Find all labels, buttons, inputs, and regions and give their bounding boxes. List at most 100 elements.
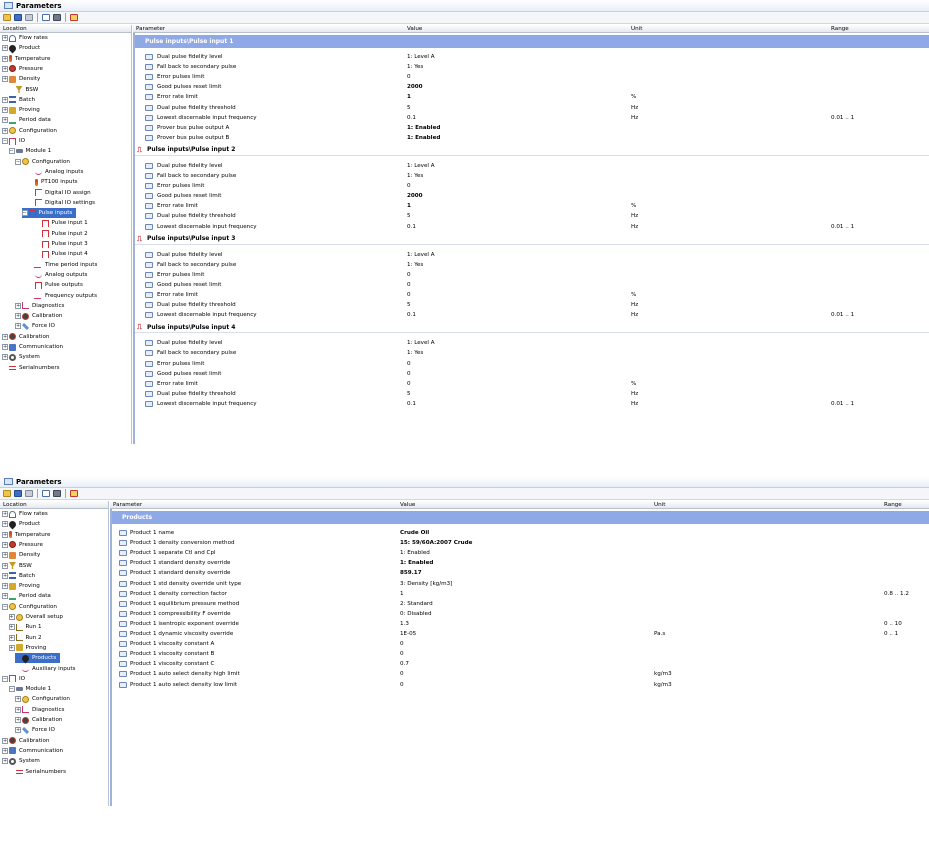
- expand-toggle-icon[interactable]: +: [8, 634, 15, 641]
- tree-node[interactable]: + Diagnostics: [15, 705, 64, 715]
- parameter-row[interactable]: Dual pulse fidelity threshold 5 Hz: [135, 211, 929, 221]
- parameter-value[interactable]: 0.1: [407, 113, 416, 123]
- parameter-value[interactable]: 3: Density [kg/m3]: [400, 579, 452, 589]
- tree-node[interactable]: + Temperature: [2, 530, 50, 540]
- location-header[interactable]: Location: [0, 501, 108, 509]
- expand-toggle-icon[interactable]: +: [8, 624, 15, 631]
- expand-toggle-icon[interactable]: +: [2, 758, 8, 765]
- tree-node[interactable]: + Run 2: [8, 633, 42, 643]
- parameter-row[interactable]: Product 1 isentropic exponent override 1.…: [112, 619, 929, 629]
- parameter-value[interactable]: 0: [407, 369, 411, 379]
- tree-view-button[interactable]: [41, 13, 51, 23]
- parameter-row[interactable]: Dual pulse fidelity level 1: Level A: [135, 338, 929, 348]
- collapse-toggle-icon[interactable]: −: [8, 686, 15, 693]
- parameter-value[interactable]: 1: Level A: [407, 52, 435, 62]
- collapse-toggle-icon[interactable]: −: [2, 603, 8, 610]
- parameter-row[interactable]: Product 1 viscosity constant C 0.7: [112, 659, 929, 669]
- parameter-value[interactable]: 5: [407, 103, 411, 113]
- expand-toggle-icon[interactable]: +: [2, 541, 8, 548]
- expand-toggle-icon[interactable]: +: [2, 572, 8, 579]
- parameter-row[interactable]: Lowest discernable input frequency 0.1 Hz 0…: [135, 310, 929, 320]
- tree-node[interactable]: + Configuration: [15, 694, 70, 704]
- parameter-row[interactable]: Lowest discernable input frequency 0.1 Hz 0…: [135, 222, 929, 232]
- parameter-row[interactable]: Product 1 standard density override 1: En…: [112, 558, 929, 568]
- parameter-value[interactable]: 0.7: [400, 659, 409, 669]
- tree-node[interactable]: + Product: [2, 43, 40, 54]
- parameter-value[interactable]: 5: [407, 389, 411, 399]
- parameter-row[interactable]: Dual pulse fidelity threshold 5 Hz: [135, 103, 929, 113]
- expand-toggle-icon[interactable]: +: [2, 511, 8, 517]
- parameter-value[interactable]: 0: [407, 290, 411, 300]
- parameter-value[interactable]: 0: [400, 639, 404, 649]
- tree-node[interactable]: Frequency outputs: [28, 291, 97, 301]
- tree-node[interactable]: + Proving: [8, 643, 46, 653]
- parameter-value[interactable]: 1: Yes: [407, 348, 423, 358]
- location-header[interactable]: Location: [0, 25, 131, 33]
- grid-view-button[interactable]: [52, 13, 62, 23]
- parameter-value[interactable]: 1: Level A: [407, 250, 435, 260]
- expand-toggle-icon[interactable]: +: [15, 727, 21, 734]
- expand-toggle-icon[interactable]: +: [2, 333, 8, 340]
- tree-node[interactable]: + Calibration: [2, 736, 49, 746]
- section-header[interactable]: ⎍ Pulse inputs\Pulse input 2: [135, 146, 929, 156]
- tree-node[interactable]: + Flow rates: [2, 33, 48, 43]
- parameter-row[interactable]: Product 1 dynamic viscosity override 1E-0…: [112, 629, 929, 639]
- parameter-value[interactable]: 0: [407, 280, 411, 290]
- tree-node[interactable]: + Overall setup: [8, 612, 63, 622]
- section-header[interactable]: ⎍ Pulse inputs\Pulse input 4: [135, 323, 929, 334]
- expand-toggle-icon[interactable]: +: [8, 614, 15, 620]
- collapse-toggle-icon[interactable]: −: [15, 158, 21, 165]
- range-column-header[interactable]: Range: [831, 25, 849, 33]
- parameter-value[interactable]: 1: Enabled: [407, 133, 440, 143]
- collapse-toggle-icon[interactable]: −: [2, 138, 8, 144]
- parameter-row[interactable]: Fall back to secondary pulse 1: Yes: [135, 171, 929, 181]
- range-column-header[interactable]: Range: [884, 501, 902, 509]
- expand-toggle-icon[interactable]: +: [2, 583, 8, 590]
- parameter-row[interactable]: Error pulses limit 0: [135, 359, 929, 369]
- expand-toggle-icon[interactable]: +: [15, 696, 21, 703]
- tree-node[interactable]: + Density: [2, 74, 40, 84]
- tree-node[interactable]: + Proving: [2, 581, 40, 591]
- tree-node[interactable]: Time period inputs: [28, 260, 97, 270]
- parameter-row[interactable]: Fall back to secondary pulse 1: Yes: [135, 62, 929, 72]
- parameter-row[interactable]: Product 1 auto select density high limit…: [112, 669, 929, 679]
- parameter-value[interactable]: 2000: [407, 191, 423, 201]
- expand-toggle-icon[interactable]: +: [2, 737, 8, 744]
- parameter-row[interactable]: Error rate limit 1%: [135, 92, 929, 102]
- parameter-value[interactable]: Crude Oil: [400, 528, 429, 538]
- parameter-value[interactable]: 1: [407, 201, 411, 211]
- parameter-column-header[interactable]: Parameter: [113, 501, 142, 509]
- tree-node[interactable]: + Pressure: [2, 64, 43, 74]
- parameter-row[interactable]: Dual pulse fidelity level 1: Level A: [135, 52, 929, 62]
- parameter-value[interactable]: 0: [407, 359, 411, 369]
- parameter-row[interactable]: Good pulses reset limit 0: [135, 369, 929, 379]
- tree-node[interactable]: + Run 1: [8, 622, 42, 632]
- tree-node[interactable]: Pulse input 2: [35, 229, 88, 239]
- tree-node[interactable]: Serialnumbers: [2, 363, 60, 373]
- parameter-value[interactable]: 0: [400, 649, 404, 659]
- expand-toggle-icon[interactable]: +: [15, 313, 21, 320]
- tree-node[interactable]: + Communication: [2, 342, 63, 352]
- tree-node[interactable]: + Proving: [2, 105, 40, 115]
- value-column-header[interactable]: Value: [400, 501, 415, 509]
- save-button[interactable]: [13, 13, 23, 23]
- parameter-row[interactable]: Product 1 density correction factor 1 0.8 …: [112, 589, 929, 599]
- expand-toggle-icon[interactable]: +: [2, 593, 8, 600]
- parameter-row[interactable]: Dual pulse fidelity threshold 5 Hz: [135, 300, 929, 310]
- parameter-value[interactable]: 0: [400, 669, 404, 679]
- parameter-row[interactable]: Product 1 auto select density low limit 0…: [112, 680, 929, 690]
- parameter-row[interactable]: Dual pulse fidelity threshold 5 Hz: [135, 389, 929, 399]
- parameter-row[interactable]: Lowest discernable input frequency 0.1 Hz 0…: [135, 113, 929, 123]
- parameter-row[interactable]: Product 1 density conversion method 15: 5…: [112, 538, 929, 548]
- parameter-row[interactable]: Product 1 compressibility F override 0: D…: [112, 609, 929, 619]
- parameter-row[interactable]: Prover bus pulse output B 1: Enabled: [135, 133, 929, 143]
- tree-node[interactable]: PT100 inputs: [28, 177, 78, 187]
- tree-node[interactable]: − Configuration: [2, 602, 57, 612]
- tree-node[interactable]: + Batch: [2, 571, 35, 581]
- parameter-value[interactable]: 5: [407, 211, 411, 221]
- parameter-value[interactable]: 0: [400, 680, 404, 690]
- unit-column-header[interactable]: Unit: [631, 25, 642, 33]
- parameter-value[interactable]: 5: [407, 300, 411, 310]
- parameter-value[interactable]: 0: [407, 270, 411, 280]
- parameter-row[interactable]: Product 1 viscosity constant B 0: [112, 649, 929, 659]
